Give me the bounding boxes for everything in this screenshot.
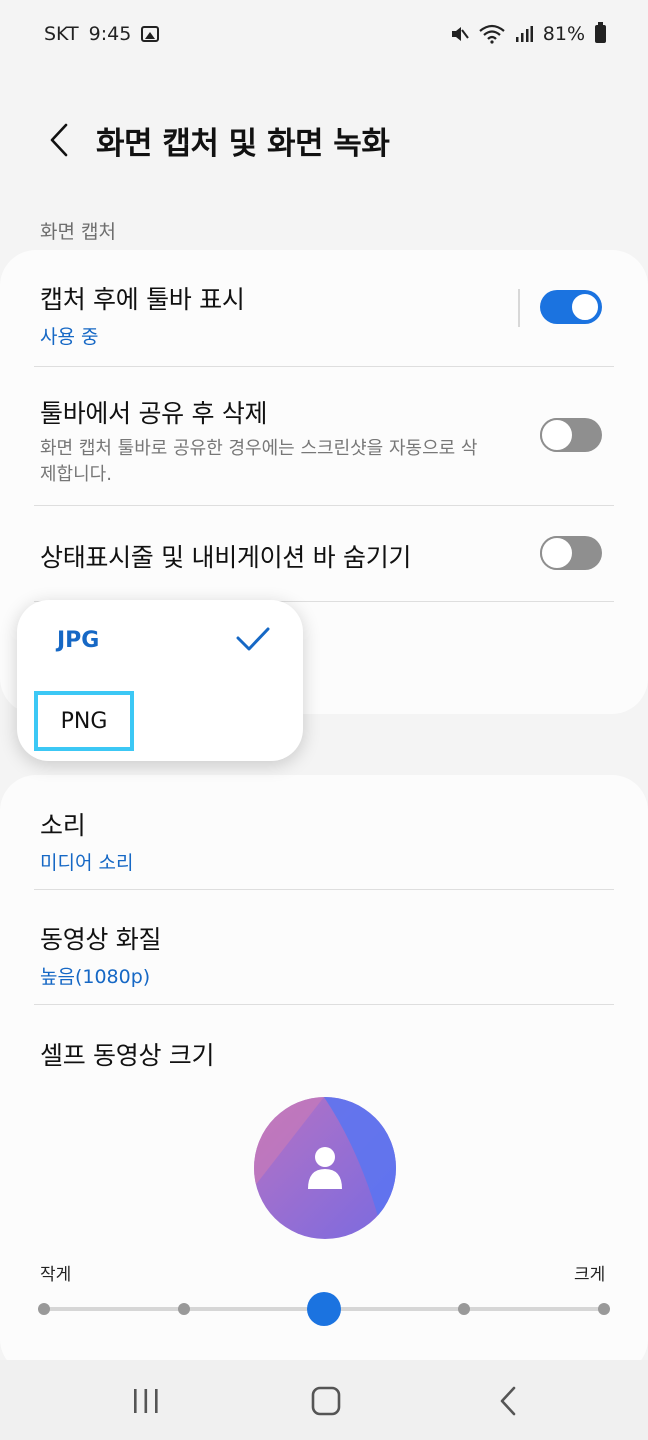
signal-icon xyxy=(515,26,533,42)
slider-step-dot[interactable] xyxy=(598,1303,610,1315)
row-subtitle: 사용 중 xyxy=(40,326,99,348)
wifi-icon xyxy=(479,24,505,44)
format-dropdown-menu: JPG PNG xyxy=(17,600,303,761)
format-option-jpg[interactable]: JPG xyxy=(57,628,99,653)
sound-row[interactable]: 소리 미디어 소리 xyxy=(0,806,648,875)
carrier-label: SKT xyxy=(44,23,79,45)
divider xyxy=(34,889,614,890)
delete-after-share-toggle[interactable] xyxy=(540,418,602,452)
row-separator xyxy=(518,289,520,327)
status-bar: SKT 9:45 81% xyxy=(0,0,648,68)
row-title: 툴바에서 공유 후 삭제 xyxy=(40,399,268,428)
slider-min-label: 작게 xyxy=(40,1265,72,1285)
chevron-left-icon xyxy=(50,123,68,157)
slider-step-dot[interactable] xyxy=(458,1303,470,1315)
selfie-video-size-row: 셀프 동영상 크기 xyxy=(0,1036,648,1072)
hide-status-nav-toggle[interactable] xyxy=(540,536,602,570)
row-subtitle: 미디어 소리 xyxy=(40,852,134,874)
slider-step-dot[interactable] xyxy=(178,1303,190,1315)
row-title: 소리 xyxy=(40,811,86,840)
page-title: 화면 캡처 및 화면 녹화 xyxy=(96,125,390,162)
check-icon xyxy=(236,627,270,651)
clock: 9:45 xyxy=(88,23,132,45)
size-slider-thumb[interactable] xyxy=(307,1292,341,1326)
home-button[interactable] xyxy=(311,1386,341,1416)
divider xyxy=(34,505,614,506)
slider-step-dot[interactable] xyxy=(38,1303,50,1315)
row-description: 화면 캡처 툴바로 공유한 경우에는 스크린샷을 자동으로 삭제합니다. xyxy=(40,438,478,485)
row-title: 셀프 동영상 크기 xyxy=(40,1041,215,1070)
gallery-icon xyxy=(141,26,160,42)
format-option-png[interactable]: PNG xyxy=(34,691,134,751)
slider-max-label: 크게 xyxy=(574,1265,606,1285)
toolbar-after-capture-toggle[interactable] xyxy=(540,290,602,324)
navigation-bar xyxy=(0,1360,648,1440)
section-label-capture: 화면 캡처 xyxy=(40,221,116,243)
back-nav-button[interactable] xyxy=(498,1386,518,1416)
row-title: 상태표시줄 및 내비게이션 바 숨기기 xyxy=(40,543,412,572)
battery-percent: 81% xyxy=(542,23,585,45)
battery-icon xyxy=(595,22,606,43)
row-title: 캡처 후에 툴바 표시 xyxy=(40,285,245,314)
back-button[interactable] xyxy=(24,105,94,175)
row-subtitle: 높음(1080p) xyxy=(40,966,151,988)
divider xyxy=(34,1004,614,1005)
row-title: 동영상 화질 xyxy=(40,925,162,954)
app-header: 화면 캡처 및 화면 녹화 xyxy=(0,100,648,180)
divider xyxy=(34,366,614,367)
mute-icon xyxy=(451,27,469,41)
selfie-preview xyxy=(254,1097,396,1239)
video-quality-row[interactable]: 동영상 화질 높음(1080p) xyxy=(0,920,648,989)
recent-apps-button[interactable] xyxy=(132,1388,160,1414)
